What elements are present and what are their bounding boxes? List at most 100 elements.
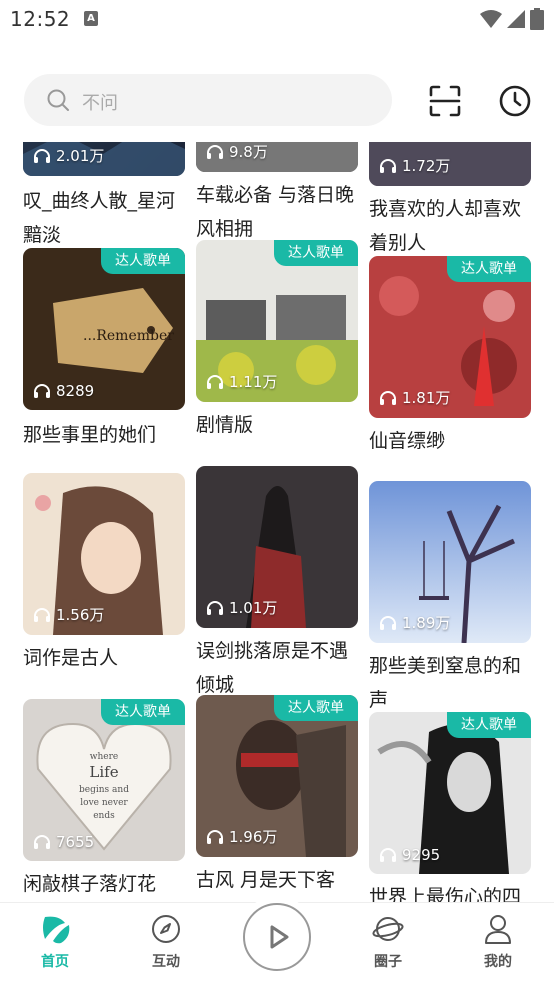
history-button[interactable]: [498, 84, 532, 118]
headphones-icon: [380, 158, 396, 173]
nav-circle[interactable]: 圈子: [348, 913, 428, 971]
nav-home-label: 首页: [41, 954, 69, 970]
play-count: 1.11万: [206, 371, 277, 392]
user-icon: [485, 915, 511, 944]
scan-button[interactable]: [428, 84, 462, 118]
playlist-title[interactable]: 误剑挑落原是不遇倾城: [196, 634, 358, 704]
playlist-cover[interactable]: 9.8万: [196, 142, 358, 172]
search-icon: [47, 89, 69, 111]
headphones-icon: [380, 615, 396, 630]
play-count-text: 9.8万: [229, 143, 268, 161]
playlist-title[interactable]: 剧情版: [196, 408, 358, 442]
nav-circle-label: 圈子: [374, 954, 402, 970]
nav-mine[interactable]: 我的: [458, 913, 538, 971]
play-count-text: 9295: [402, 846, 441, 864]
playlist-title[interactable]: 闲敲棋子落灯花: [23, 867, 185, 901]
play-count-text: 1.72万: [402, 157, 451, 175]
play-icon: [270, 925, 289, 949]
svg-text:Life: Life: [89, 763, 118, 781]
playlist-cover[interactable]: 1.56万: [23, 473, 185, 635]
playlist-cover[interactable]: ...Remember 达人歌单 8289: [23, 248, 185, 410]
play-count: 1.56万: [33, 604, 104, 625]
playlist-title[interactable]: 古风 月是天下客: [196, 863, 358, 897]
expert-playlist-badge: 达人歌单: [274, 240, 358, 266]
headphones-icon: [380, 848, 396, 862]
play-count-text: 1.01万: [229, 599, 278, 617]
search-placeholder: 不问: [82, 93, 118, 114]
nav-home[interactable]: 首页: [15, 913, 95, 971]
playlist-title[interactable]: 叹_曲终人散_星河黯淡: [23, 184, 185, 254]
play-count: 1.89万: [379, 612, 450, 633]
expert-playlist-badge: 达人歌单: [101, 248, 185, 274]
wifi-icon: [480, 10, 502, 28]
svg-text:begins and: begins and: [79, 785, 129, 795]
playlist-cover[interactable]: where Life begins and love never ends 达人…: [23, 699, 185, 861]
play-count: 7655: [33, 833, 94, 851]
player-play-button[interactable]: [243, 903, 311, 971]
nav-interact-label: 互动: [152, 954, 180, 970]
svg-text:love never: love never: [80, 798, 128, 808]
headphones-icon: [34, 835, 50, 849]
expert-playlist-badge: 达人歌单: [447, 712, 531, 738]
headphones-icon: [34, 607, 50, 622]
play-count-text: 1.96万: [229, 828, 278, 846]
playlist-cover[interactable]: 达人歌单 1.81万: [369, 256, 531, 418]
notification-icon: A: [84, 11, 98, 26]
headphones-icon: [207, 829, 223, 844]
play-count-text: 1.56万: [56, 606, 105, 624]
home-leaf-icon: [43, 916, 70, 944]
expert-playlist-badge: 达人歌单: [274, 695, 358, 721]
playlist-title[interactable]: 那些事里的她们: [23, 418, 185, 452]
playlist-title[interactable]: 世界上最伤心的四: [369, 880, 531, 902]
playlist-title[interactable]: 我喜欢的人却喜欢着别人: [369, 192, 531, 262]
svg-text:where: where: [90, 752, 118, 762]
expert-playlist-badge: 达人歌单: [447, 256, 531, 282]
headphones-icon: [207, 600, 223, 615]
bottom-navigation: 首页 互动 圈子 我的: [0, 897, 554, 984]
status-bar: 12:52 A: [0, 0, 554, 38]
play-count-text: 7655: [56, 833, 95, 851]
playlist-cover[interactable]: 达人歌单 1.96万: [196, 695, 358, 857]
play-count-text: 8289: [56, 382, 95, 400]
play-count: 9.8万: [206, 142, 268, 162]
play-count: 1.72万: [379, 155, 450, 176]
signal-icon: [507, 10, 525, 28]
status-icons: [480, 8, 544, 30]
headphones-icon: [34, 384, 50, 398]
playlist-title[interactable]: 车载必备 与落日晚风相拥: [196, 178, 358, 248]
play-count-text: 1.11万: [229, 373, 278, 391]
play-count: 1.01万: [206, 597, 277, 618]
play-count: 9295: [379, 846, 440, 864]
status-time: 12:52: [10, 7, 71, 31]
expert-playlist-badge: 达人歌单: [101, 699, 185, 725]
playlist-feed[interactable]: 2.01万 叹_曲终人散_星河黯淡 9.8万 车载必备 与落日晚风相拥 1.72…: [0, 142, 554, 902]
playlist-cover[interactable]: 1.89万: [369, 481, 531, 643]
playlist-title[interactable]: 词作是古人: [23, 641, 185, 675]
play-count: 1.96万: [206, 826, 277, 847]
planet-icon: [372, 917, 404, 941]
battery-icon: [530, 8, 544, 30]
play-count-text: 1.81万: [402, 389, 451, 407]
playlist-title[interactable]: 那些美到窒息的和声: [369, 649, 531, 719]
cover-text: ...Remember: [83, 328, 174, 344]
playlist-cover[interactable]: 1.72万: [369, 142, 531, 186]
headphones-icon: [207, 374, 223, 389]
headphones-icon: [207, 144, 223, 159]
play-count: 8289: [33, 382, 94, 400]
nav-interact[interactable]: 互动: [126, 913, 206, 971]
clock-icon: [499, 85, 531, 117]
headphones-icon: [34, 148, 50, 163]
play-count: 1.81万: [379, 387, 450, 408]
playlist-cover[interactable]: 1.01万: [196, 466, 358, 628]
compass-icon: [152, 915, 180, 943]
search-input[interactable]: 不问: [24, 74, 392, 126]
playlist-cover[interactable]: 达人歌单 9295: [369, 712, 531, 874]
play-count-text: 1.89万: [402, 614, 451, 632]
nav-mine-label: 我的: [484, 954, 512, 970]
headphones-icon: [380, 390, 396, 405]
playlist-cover[interactable]: 达人歌单 1.11万: [196, 240, 358, 402]
play-count-text: 2.01万: [56, 147, 105, 165]
scan-icon: [429, 85, 461, 117]
playlist-title[interactable]: 仙音缥缈: [369, 424, 531, 458]
playlist-cover[interactable]: 2.01万: [23, 142, 185, 176]
